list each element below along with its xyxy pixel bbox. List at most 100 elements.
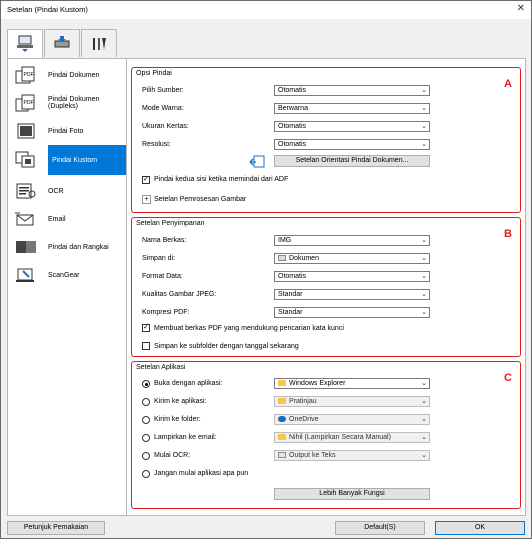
- sidebar-item-label: Pindai Kustom: [52, 156, 98, 164]
- subfolder-label: Simpan ke subfolder dengan tanggal sekar…: [154, 343, 299, 350]
- chevron-down-icon: ⌄: [421, 87, 427, 94]
- attach-to-email-label: Lampirkan ke email:: [154, 434, 217, 441]
- orientation-settings-button[interactable]: Setelan Orientasi Pindai Dokumen...: [274, 155, 430, 167]
- sidebar-item-pindai-dokumen[interactable]: PDF Pindai Dokumen: [8, 61, 128, 89]
- email-client-icon: [278, 434, 286, 441]
- select-value: Nihil (Lampirkan Secara Manual): [289, 434, 391, 441]
- source-select[interactable]: Otomatis ⌄: [274, 85, 430, 96]
- source-label: Pilih Sumber:: [142, 87, 184, 94]
- chevron-down-icon: ⌄: [421, 291, 427, 298]
- onedrive-icon: [278, 416, 286, 423]
- jpeg-quality-select[interactable]: Standar ⌄: [274, 289, 430, 300]
- resolution-select[interactable]: Otomatis ⌄: [274, 139, 430, 150]
- section-marker: A: [504, 78, 512, 90]
- file-name-label: Nama Berkas:: [142, 237, 187, 244]
- settings-panel: Opsi Pindai A Pilih Sumber: Otomatis ⌄ Mo…: [126, 58, 526, 516]
- group-title: Opsi Pindai: [136, 70, 172, 77]
- computer-scan-icon: [17, 35, 33, 52]
- settings-window: Setelan (Pindai Kustom) ✕ PDF Pindai Dok…: [0, 0, 532, 539]
- scanner-panel-icon: [54, 35, 70, 47]
- more-functions-button[interactable]: Lebih Banyak Fungsi: [274, 488, 430, 500]
- close-icon[interactable]: ✕: [517, 3, 525, 14]
- select-value: OneDrive: [289, 416, 319, 423]
- save-in-label: Simpan di:: [142, 255, 176, 262]
- chevron-down-icon: ⌄: [421, 237, 427, 244]
- paper-size-label: Ukuran Kertas:: [142, 123, 189, 130]
- open-with-app-label: Buka dengan aplikasi:: [154, 380, 223, 387]
- sidebar-item-pindai-dokumen-dupleks[interactable]: PDF Pindai Dokumen (Dupleks): [8, 89, 128, 117]
- chevron-down-icon: ⌄: [421, 255, 427, 262]
- color-mode-select[interactable]: Berwarna ⌄: [274, 103, 430, 114]
- chevron-down-icon: ⌄: [421, 380, 427, 387]
- pdf-searchable-label: Membuat berkas PDF yang mendukung pencar…: [154, 325, 344, 332]
- sidebar-item-ocr[interactable]: OCR: [8, 177, 128, 205]
- select-value: Dokumen: [289, 255, 319, 262]
- ok-button[interactable]: OK: [435, 521, 525, 535]
- select-value: Otomatis: [278, 141, 307, 148]
- no-app-radio[interactable]: [142, 470, 150, 478]
- send-to-app-radio[interactable]: [142, 398, 150, 406]
- chevron-down-icon: ⌄: [421, 309, 427, 316]
- tab-scan-from-computer[interactable]: [7, 29, 43, 58]
- select-value: Otomatis: [278, 123, 307, 130]
- file-name-input[interactable]: IMG ⌄: [274, 235, 430, 246]
- save-in-select[interactable]: Dokumen ⌄: [274, 253, 430, 264]
- subfolder-checkbox[interactable]: [142, 342, 150, 350]
- sidebar-item-pindai-foto[interactable]: Pindai Foto: [8, 117, 128, 145]
- chevron-down-icon: ⌄: [421, 273, 427, 280]
- send-to-folder-radio[interactable]: [142, 416, 150, 424]
- select-value: Pratinjau: [289, 398, 317, 405]
- tools-icon: [93, 37, 106, 50]
- save-settings-group: Setelan Penyimpanan B Nama Berkas: IMG ⌄ …: [131, 217, 521, 357]
- ocr-icon: [16, 183, 36, 199]
- sidebar-item-pindai-dan-rangkai[interactable]: Pindai dan Rangkai: [8, 233, 128, 261]
- chevron-down-icon: ⌄: [421, 452, 427, 459]
- data-format-select[interactable]: Otomatis ⌄: [274, 271, 430, 282]
- attach-to-email-radio[interactable]: [142, 434, 150, 442]
- chevron-down-icon: ⌄: [421, 123, 427, 130]
- window-title: Setelan (Pindai Kustom): [7, 5, 88, 14]
- email-icon: [15, 212, 34, 226]
- folder-icon: [278, 380, 286, 387]
- no-app-label: Jangan mulai aplikasi apa pun: [154, 470, 249, 477]
- sidebar-item-label: Pindai dan Rangkai: [48, 243, 109, 251]
- stitch-scan-icon: [16, 241, 36, 253]
- tab-general-settings[interactable]: [81, 29, 117, 57]
- paper-size-select[interactable]: Otomatis ⌄: [274, 121, 430, 132]
- start-ocr-radio[interactable]: [142, 452, 150, 460]
- image-processing-label[interactable]: Setelan Pemrosesan Gambar: [154, 196, 246, 203]
- select-value: Windows Explorer: [289, 380, 346, 387]
- chevron-down-icon: ⌄: [421, 434, 427, 441]
- send-to-folder-select[interactable]: OneDrive ⌄: [274, 414, 430, 425]
- adf-duplex-checkbox[interactable]: ✓: [142, 176, 150, 184]
- adf-duplex-label: Pindai kedua sisi ketika memindai dari A…: [154, 176, 289, 183]
- sidebar-item-pindai-kustom[interactable]: Pindai Kustom: [48, 145, 132, 175]
- sidebar-item-scangear[interactable]: ScanGear: [8, 261, 128, 289]
- pdf-compression-label: Kompresi PDF:: [142, 309, 190, 316]
- open-with-app-select[interactable]: Windows Explorer ⌄: [274, 378, 430, 389]
- custom-scan-icon: [15, 151, 35, 168]
- attach-to-email-select[interactable]: Nihil (Lampirkan Secara Manual) ⌄: [274, 432, 430, 443]
- sidebar-item-label: Email: [48, 215, 66, 223]
- jpeg-quality-label: Kualitas Gambar JPEG:: [142, 291, 217, 298]
- select-value: Standar: [278, 291, 303, 298]
- document-scan-icon: PDF: [15, 66, 35, 84]
- color-mode-label: Mode Warna:: [142, 105, 184, 112]
- help-button[interactable]: Petunjuk Pemakaian: [7, 521, 105, 535]
- start-ocr-select[interactable]: Output ke Teks ⌄: [274, 450, 430, 461]
- pdf-compression-select[interactable]: Standar ⌄: [274, 307, 430, 318]
- pdf-searchable-checkbox[interactable]: ✓: [142, 324, 150, 332]
- send-to-app-select[interactable]: Pratinjau ⌄: [274, 396, 430, 407]
- open-with-app-radio[interactable]: [142, 380, 150, 388]
- orientation-icon: [249, 155, 265, 168]
- chevron-down-icon: ⌄: [421, 141, 427, 148]
- select-value: Berwarna: [278, 105, 308, 112]
- preview-app-icon: [278, 398, 286, 405]
- expand-icon[interactable]: +: [142, 195, 151, 204]
- scan-type-list: PDF Pindai Dokumen PDF Pindai Dokumen (D…: [7, 58, 132, 516]
- tab-scan-from-panel[interactable]: [44, 29, 80, 57]
- defaults-button[interactable]: Default(S): [335, 521, 425, 535]
- send-to-app-label: Kirim ke aplikasi:: [154, 398, 207, 405]
- select-value: Otomatis: [278, 87, 307, 94]
- sidebar-item-email[interactable]: Email: [8, 205, 128, 233]
